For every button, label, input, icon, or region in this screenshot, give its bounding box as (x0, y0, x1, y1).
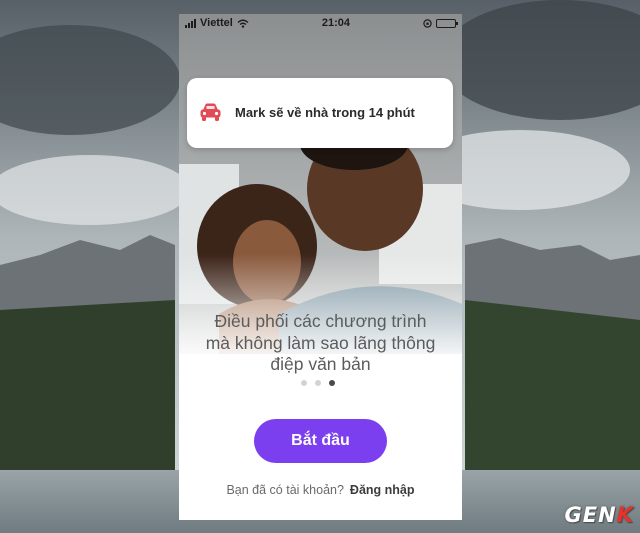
watermark-text: GEN (564, 503, 617, 527)
car-icon (200, 103, 221, 121)
page-dot-2[interactable] (315, 380, 321, 386)
clock: 21:04 (321, 17, 350, 29)
page-dot-1[interactable] (301, 380, 307, 386)
wifi-icon (237, 19, 249, 28)
genk-watermark-logo: GENK (565, 503, 634, 527)
eta-message: Mark sẽ về nhà trong 14 phút (235, 105, 415, 120)
login-prompt: Bạn đã có tài khoản? Đăng nhập (179, 483, 462, 497)
account-prompt-text: Bạn đã có tài khoản? (226, 483, 344, 497)
carrier-name: Viettel (200, 17, 233, 29)
page-dot-3-active[interactable] (329, 380, 335, 386)
page-indicator (301, 380, 335, 386)
battery-icon (435, 18, 458, 28)
signal-icon (185, 18, 196, 28)
status-bar: Viettel 21:04 (179, 14, 462, 32)
start-button[interactable]: Bắt đầu (254, 419, 387, 463)
login-link[interactable]: Đăng nhập (350, 483, 415, 497)
watermark-accent-text: K (616, 503, 634, 527)
eta-notification-card: Mark sẽ về nhà trong 14 phút (187, 78, 453, 148)
phone-screen: Viettel 21:04 Mark sẽ về nhà trong 14 ph… (179, 14, 462, 520)
onboarding-headline: Điều phối các chương trình mà không làm … (205, 311, 436, 374)
orientation-lock-icon (423, 18, 432, 28)
